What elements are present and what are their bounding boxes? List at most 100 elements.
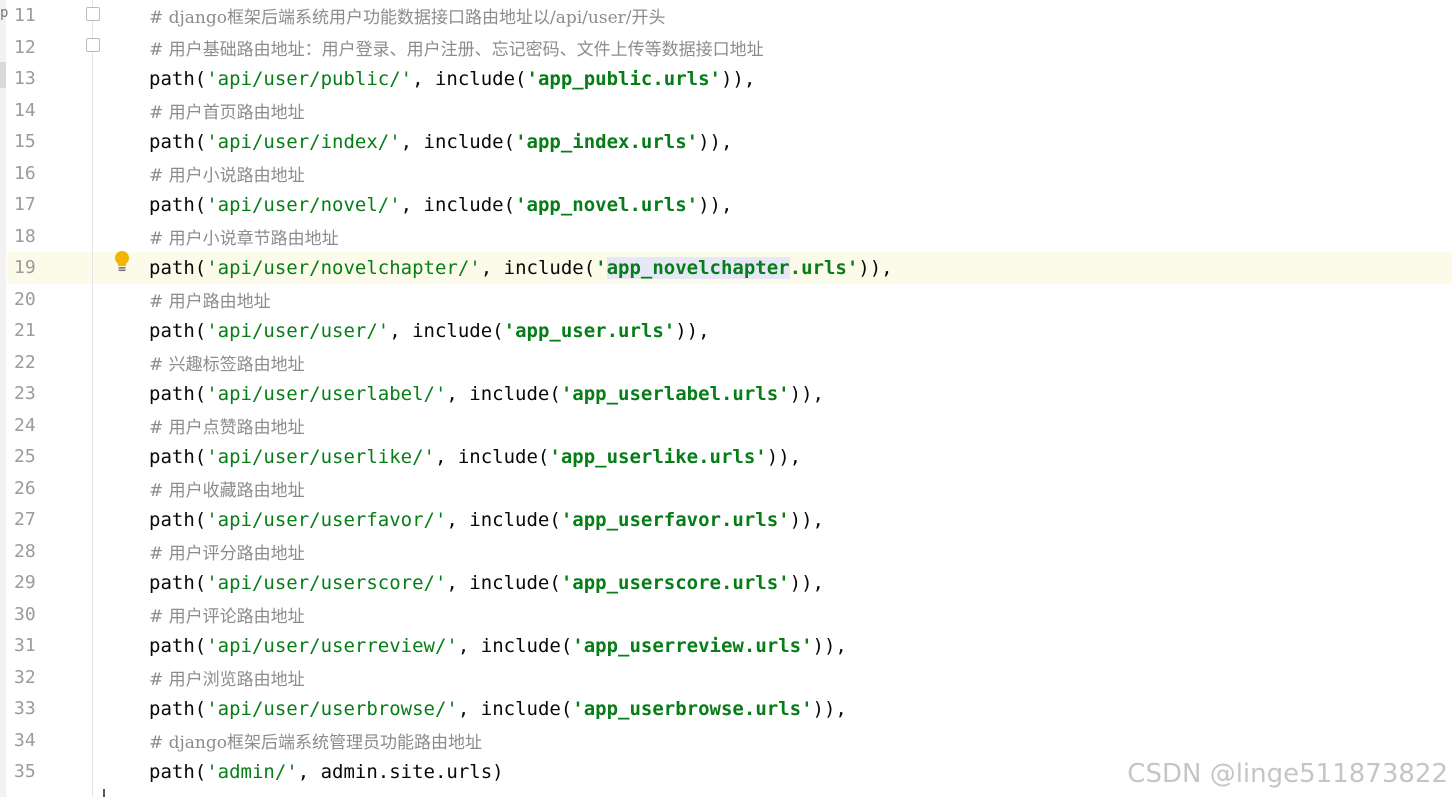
line-number: 18 [14, 225, 36, 247]
code-line[interactable]: path('api/user/novel/', include('app_nov… [93, 189, 1452, 221]
code-line[interactable]: # django框架后端系统管理员功能路由地址 [93, 725, 1452, 757]
line-number: 32 [14, 666, 36, 688]
code-text: # 用户小说章节路由地址 [93, 224, 339, 249]
code-line[interactable]: # 用户路由地址 [93, 284, 1452, 316]
code-line[interactable]: # 用户基础路由地址：用户登录、用户注册、忘记密码、文件上传等数据接口地址 [93, 32, 1452, 64]
closing-parens: )), [789, 571, 824, 594]
keyword-path: path( [149, 571, 207, 594]
code-comment: # 用户路由地址 [149, 291, 271, 312]
code-line[interactable]: # 用户评分路由地址 [93, 536, 1452, 568]
urls-suffix: .urls' [629, 130, 699, 153]
line-number: 21 [14, 320, 36, 342]
code-text: # 用户评分路由地址 [93, 539, 305, 564]
code-line[interactable]: # 用户小说路由地址 [93, 158, 1452, 190]
text-caret [103, 789, 105, 797]
keyword-include: , include( [400, 193, 516, 216]
closing-parens: )), [858, 256, 893, 279]
line-number: 14 [14, 99, 36, 121]
line-number: 33 [14, 698, 36, 720]
line-number: 27 [14, 509, 36, 531]
module-name: app_userbrowse [583, 697, 744, 720]
code-line[interactable]: path('api/user/public/', include('app_pu… [93, 63, 1452, 95]
closing-parens: )), [766, 445, 802, 468]
closing-parens: )), [812, 697, 847, 720]
code-comment: # 用户浏览路由地址 [149, 669, 305, 690]
line-number: 15 [14, 131, 36, 153]
keyword-path: path( [149, 760, 207, 783]
lightbulb-icon[interactable] [113, 250, 131, 274]
keyword-include: , include( [446, 571, 561, 594]
line-number: 28 [14, 540, 36, 562]
code-text: # django框架后端系统用户功能数据接口路由地址以/api/user/开头 [93, 3, 666, 28]
module-name: app_userscore [572, 571, 721, 594]
closing-parens: )), [698, 193, 733, 216]
keyword-path: path( [149, 445, 207, 468]
admin-urls: , admin.site.urls) [297, 760, 504, 783]
line-number: 12 [14, 36, 36, 58]
code-editor[interactable]: p 11 # django框架后端系统用户功能数据接口路由地址以/api/user… [0, 0, 1452, 797]
left-tool-strip: p [0, 0, 8, 797]
code-text: # 用户基础路由地址：用户登录、用户注册、忘记密码、文件上传等数据接口地址 [93, 35, 764, 60]
code-line[interactable]: path('api/user/userlabel/', include('app… [93, 378, 1452, 410]
line-number: 30 [14, 603, 36, 625]
string-quote: ' [572, 697, 584, 720]
code-text: path('api/user/novel/', include('app_nov… [93, 194, 732, 216]
keyword-path: path( [149, 382, 207, 405]
urls-suffix: .urls' [720, 508, 790, 531]
code-comment: # 用户评分路由地址 [149, 543, 305, 564]
line-number: 13 [14, 68, 36, 90]
code-line[interactable]: path('api/user/userlike/', include('app_… [93, 441, 1452, 473]
keyword-path: path( [149, 193, 207, 216]
closing-parens: )), [720, 67, 756, 90]
code-line[interactable]: path('api/user/userscore/', include('app… [93, 567, 1452, 599]
code-line[interactable]: path('api/user/index/', include('app_ind… [93, 126, 1452, 158]
code-text: path('admin/', admin.site.urls) [93, 761, 504, 783]
code-line[interactable]: # 用户收藏路由地址 [93, 473, 1452, 505]
code-line[interactable]: # 用户首页路由地址 [93, 95, 1452, 127]
keyword-path: path( [149, 130, 207, 153]
string-quote: ' [560, 571, 573, 594]
code-line[interactable]: # 用户浏览路由地址 [93, 662, 1452, 694]
route-string: 'api/user/novelchapter/' [206, 256, 481, 279]
code-line[interactable]: path('api/user/userbrowse/', include('ap… [93, 693, 1452, 725]
code-comment: # 用户收藏路由地址 [149, 480, 305, 501]
keyword-path: path( [149, 634, 207, 657]
keyword-path: path( [149, 508, 207, 531]
urls-suffix: .urls' [789, 256, 859, 279]
code-line[interactable]: path('api/user/userfavor/', include('app… [93, 504, 1452, 536]
keyword-include: , include( [389, 319, 504, 342]
line-number: 23 [14, 383, 36, 405]
urls-suffix: .urls' [743, 634, 813, 657]
urls-suffix: .urls' [720, 382, 790, 405]
string-quote: ' [560, 382, 573, 405]
closing-parens: )), [812, 634, 847, 657]
code-line[interactable]: # 用户小说章节路由地址 [93, 221, 1452, 253]
keyword-path: path( [149, 67, 207, 90]
module-name: app_index [526, 130, 630, 153]
code-text: path('api/user/public/', include('app_pu… [93, 68, 755, 90]
route-string: 'api/user/index/' [206, 130, 401, 153]
code-line[interactable]: path('api/user/userreview/', include('ap… [93, 630, 1452, 662]
route-string: 'api/user/novel/' [206, 193, 401, 216]
line-number: 35 [14, 761, 36, 783]
fold-marker-icon[interactable] [86, 7, 100, 21]
code-line[interactable]: path('api/user/user/', include('app_user… [93, 315, 1452, 347]
line-number: 17 [14, 194, 36, 216]
code-line[interactable]: # 兴趣标签路由地址 [93, 347, 1452, 379]
code-line[interactable]: # 用户评论路由地址 [93, 599, 1452, 631]
keyword-include: , include( [457, 697, 573, 720]
code-line[interactable]: # 用户点赞路由地址 [93, 410, 1452, 442]
code-line[interactable]: # django框架后端系统用户功能数据接口路由地址以/api/user/开头 [93, 0, 1452, 32]
fold-marker-icon[interactable] [86, 38, 100, 52]
code-text: # 用户点赞路由地址 [93, 413, 305, 438]
code-text: # 用户收藏路由地址 [93, 476, 305, 501]
closing-parens: )), [789, 508, 824, 531]
code-text: path('api/user/userfavor/', include('app… [93, 509, 824, 531]
code-text: # 用户评论路由地址 [93, 602, 305, 627]
urls-suffix: .urls' [720, 571, 790, 594]
closing-parens: )), [789, 382, 824, 405]
code-comment: # 用户基础路由地址：用户登录、用户注册、忘记密码、文件上传等数据接口地址 [149, 39, 764, 60]
code-line[interactable]: path('api/user/novelchapter/', include('… [93, 252, 1452, 284]
urls-suffix: .urls' [652, 67, 721, 90]
string-quote: ' [560, 508, 573, 531]
